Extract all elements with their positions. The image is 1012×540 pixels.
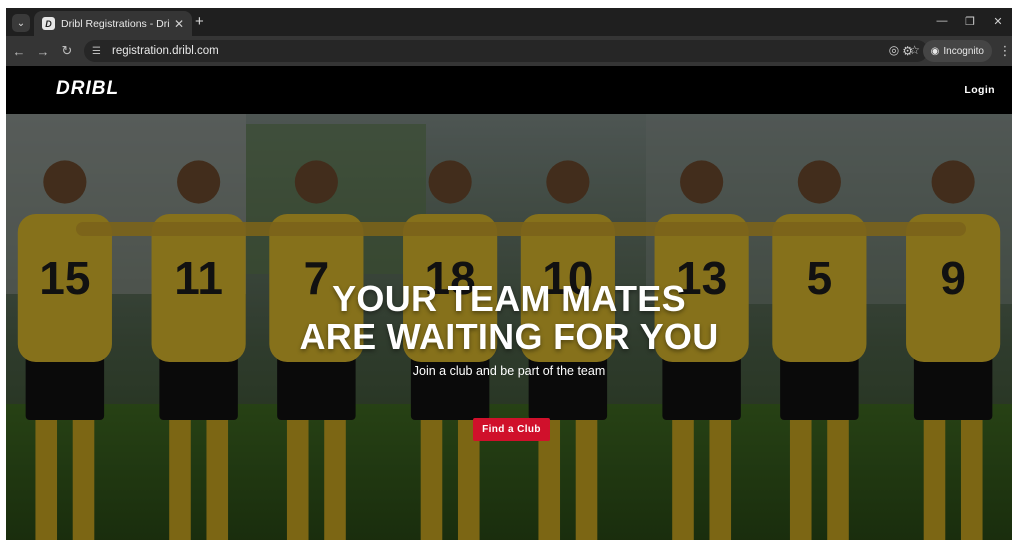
menu-icon[interactable]: ⋮ [998, 43, 1012, 59]
close-icon[interactable]: ✕ [174, 17, 184, 31]
incognito-label: Incognito [943, 45, 984, 57]
tab-title: Dribl Registrations - Dribl Regis [61, 17, 170, 30]
browser-window: ⌄ D Dribl Registrations - Dribl Regis ✕ … [6, 8, 1012, 540]
hero-title-line-2: ARE WAITING FOR YOU [299, 316, 719, 357]
find-a-club-button[interactable]: Find a Club [473, 418, 550, 441]
back-icon[interactable]: ← [8, 40, 30, 62]
web-page: DRIBL Login 15 11 7 18 10 13 5 9 YOUR TE… [6, 66, 1012, 540]
forward-icon[interactable]: → [32, 40, 54, 62]
new-tab-icon[interactable]: + [195, 13, 204, 31]
minimize-icon[interactable]: — [928, 10, 956, 32]
tab-strip: ⌄ D Dribl Registrations - Dribl Regis ✕ … [6, 8, 1012, 36]
tab-search-icon[interactable]: ⌄ [12, 14, 30, 32]
login-link[interactable]: Login [964, 84, 995, 96]
hero-title-line-1: YOUR TEAM MATES [332, 278, 686, 319]
incognito-icon: ◉ [930, 45, 940, 57]
hero-title: YOUR TEAM MATES ARE WAITING FOR YOU [6, 280, 1012, 356]
dribl-logo[interactable]: DRIBL [56, 78, 119, 100]
browser-toolbar: ← → ↻ ☰ registration.dribl.com ◎ ☆ ⚙ ◉ I… [6, 36, 1012, 66]
restore-icon[interactable]: ❐ [956, 10, 984, 32]
incognito-badge[interactable]: ◉ Incognito [922, 40, 992, 62]
reload-icon[interactable]: ↻ [56, 40, 78, 62]
tab-dribl-registrations[interactable]: D Dribl Registrations - Dribl Regis ✕ [34, 11, 192, 36]
extensions-icon[interactable]: ⚙ [899, 44, 917, 58]
dribl-favicon-icon: D [42, 17, 55, 30]
window-controls: — ❐ ✕ [928, 10, 1012, 32]
site-info-icon[interactable]: ☰ [92, 46, 108, 57]
eye-off-icon[interactable]: ◎ [889, 43, 899, 57]
address-bar[interactable]: ☰ registration.dribl.com ◎ ☆ [84, 40, 928, 62]
hero-subtitle: Join a club and be part of the team [412, 364, 606, 378]
site-header: DRIBL Login [6, 66, 1012, 114]
url-text[interactable]: registration.dribl.com [112, 45, 219, 57]
hero-section: 15 11 7 18 10 13 5 9 YOUR TEAM MATES ARE WAITIN… [6, 114, 1012, 540]
close-window-icon[interactable]: ✕ [984, 10, 1012, 32]
